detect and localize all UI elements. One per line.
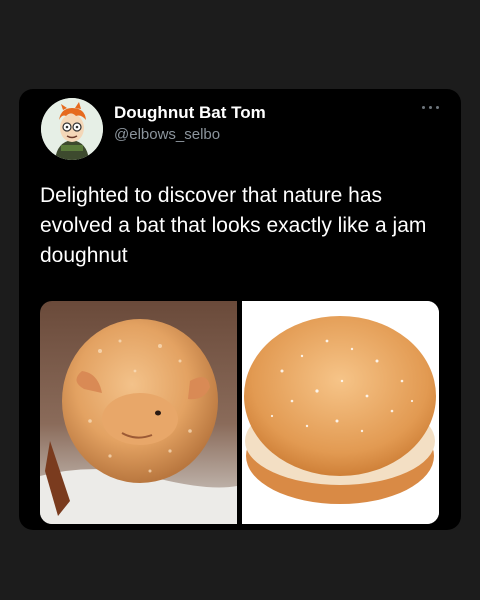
cartoon-avatar-icon <box>41 98 103 160</box>
tweet-card[interactable]: Doughnut Bat Tom @elbows_selbo Delighted… <box>19 89 461 530</box>
tweet-text: Delighted to discover that nature has ev… <box>40 184 427 267</box>
doughnut-photo[interactable] <box>242 301 439 524</box>
more-options-icon[interactable] <box>419 99 443 115</box>
tweet-media[interactable] <box>40 301 439 524</box>
author-display-name[interactable]: Doughnut Bat Tom <box>114 103 266 123</box>
bat-photo[interactable] <box>40 301 237 524</box>
author-handle[interactable]: @elbows_selbo <box>114 126 220 143</box>
user-avatar[interactable] <box>41 98 103 160</box>
